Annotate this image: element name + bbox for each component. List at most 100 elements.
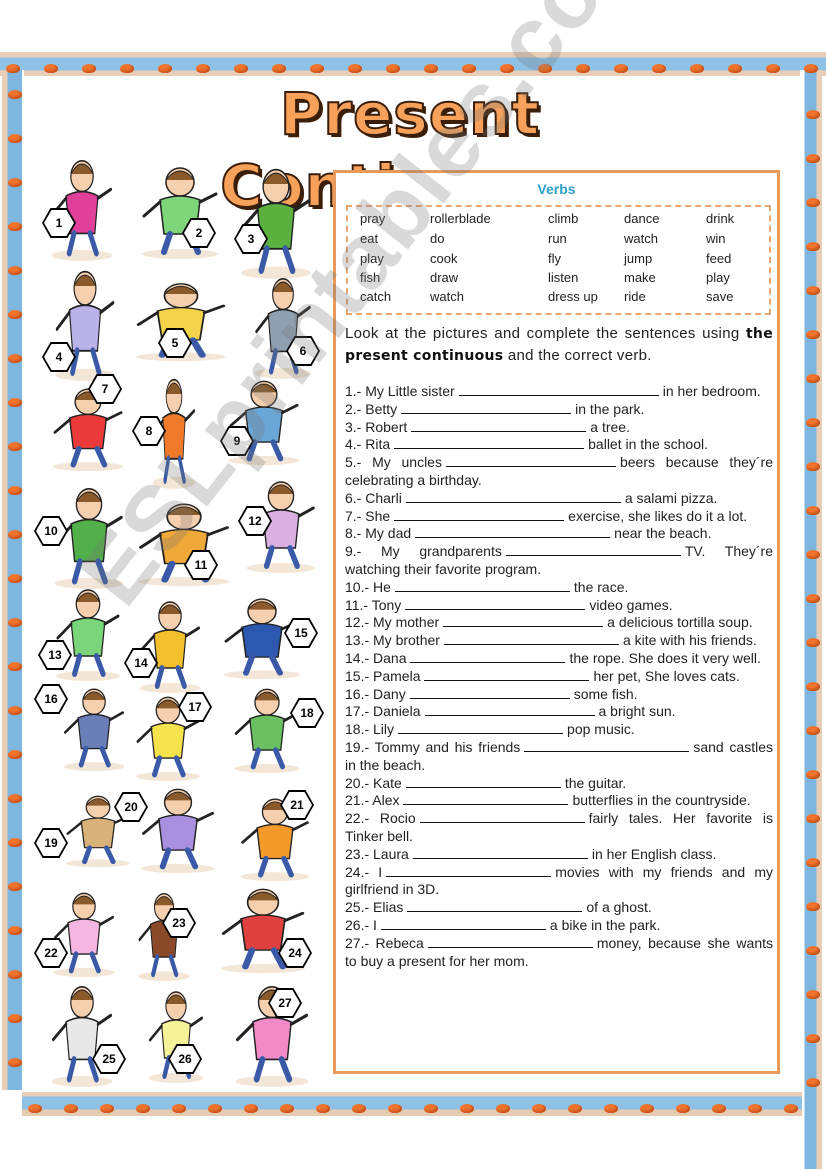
sentence-item: 8.- My dad near the beach. — [345, 525, 773, 543]
answer-blank[interactable] — [410, 650, 566, 663]
answer-blank[interactable] — [424, 668, 590, 681]
answer-blank[interactable] — [445, 454, 616, 468]
sentence-item: 16.- Dany some fish. — [345, 686, 773, 704]
heart-icon — [806, 946, 820, 955]
heart-icon — [8, 1014, 22, 1023]
sentence-item: 24.- Imovies with my friends and my girl… — [345, 864, 773, 900]
answer-blank[interactable] — [398, 721, 564, 735]
answer-blank[interactable] — [394, 436, 585, 450]
sentence-subject: I — [378, 863, 383, 880]
heart-icon — [388, 1104, 402, 1113]
answer-blank[interactable] — [409, 686, 570, 699]
answer-blank[interactable] — [419, 810, 585, 824]
answer-blank[interactable] — [407, 899, 583, 913]
answer-blank[interactable] — [458, 383, 659, 396]
picture-number: 27 — [270, 990, 300, 1016]
heart-icon — [806, 286, 820, 295]
sentence-item: 25.- Elias of a ghost. — [345, 899, 773, 917]
verb-item: do — [430, 231, 445, 246]
answer-blank[interactable] — [443, 614, 604, 628]
heart-icon — [280, 1104, 294, 1113]
answer-blank[interactable] — [405, 775, 561, 788]
sentence-item: 26.- Ia bike in the park. — [345, 917, 773, 935]
sentence-subject: Alex — [372, 792, 400, 809]
woman-playing-guitar-icon — [130, 782, 226, 874]
sentence-number: 14.- — [345, 649, 374, 666]
picture-number: 15 — [286, 620, 316, 646]
sentence-number: 8.- — [345, 525, 366, 542]
verb-item: jump — [624, 251, 653, 266]
heart-icon — [44, 64, 58, 73]
sentence-item: 20.- Kate the guitar. — [345, 775, 773, 793]
sentence-item: 7.- She exercise, she likes do it a lot. — [345, 508, 773, 526]
answer-blank[interactable] — [524, 739, 690, 752]
heart-icon — [8, 486, 22, 495]
answer-blank[interactable] — [401, 401, 572, 414]
answer-blank[interactable] — [386, 864, 552, 877]
picture-number: 26 — [170, 1046, 200, 1072]
sentence-ending: butterflies in the countryside. — [572, 792, 751, 809]
sentence-item: 18.- Lily pop music. — [345, 721, 773, 739]
verb-item: rollerblade — [430, 211, 491, 226]
picture-number: 16 — [36, 686, 66, 712]
answer-blank[interactable] — [394, 508, 565, 521]
picture-number: 17 — [180, 694, 210, 720]
answer-blank[interactable] — [427, 935, 593, 948]
sentence-number: 12.- — [345, 614, 374, 631]
sentence-item: 3.- Robert a tree. — [345, 419, 773, 437]
heart-icon — [8, 1058, 22, 1067]
answer-blank[interactable] — [405, 490, 621, 503]
answer-blank[interactable] — [443, 632, 619, 646]
heart-icon — [806, 594, 820, 603]
sentence-number: 19.- — [345, 738, 375, 755]
sentence-subject: She — [365, 507, 391, 524]
sentence-subject: Dany — [373, 685, 406, 702]
picture-number: 24 — [280, 940, 310, 966]
picture-number: 12 — [240, 508, 270, 534]
heart-icon — [806, 682, 820, 691]
verb-item: play — [706, 270, 730, 285]
answer-blank[interactable] — [411, 419, 587, 432]
picture-number: 25 — [94, 1046, 124, 1072]
answer-blank[interactable] — [380, 917, 546, 930]
heart-icon — [272, 64, 286, 73]
answer-blank[interactable] — [394, 579, 570, 592]
sentence-item: 5.- My uncles beers because they´re celeb… — [345, 454, 773, 490]
verb-item: watch — [430, 289, 464, 304]
sentence-number: 22.- — [345, 810, 380, 827]
heart-icon — [120, 64, 134, 73]
sentence-subject: My Little sister — [365, 383, 455, 399]
sentence-ending: in her bedroom. — [662, 383, 761, 399]
girl-rollerblading-icon — [130, 160, 230, 260]
sentence-subject: Kate — [373, 774, 402, 791]
sentence-item: 19.- Tommy and his friends sand castles i… — [345, 739, 773, 775]
heart-icon — [8, 926, 22, 935]
sentence-subject: Daniela — [373, 703, 421, 720]
answer-blank[interactable] — [412, 846, 588, 859]
sentence-ending: a delicious tortilla soup. — [607, 614, 753, 631]
heart-icon — [8, 706, 22, 715]
sentence-item: 21.- Alex butterflies in the countryside. — [345, 792, 773, 810]
heart-icon — [496, 1104, 510, 1113]
sentence-number: 3.- — [345, 418, 366, 435]
heart-icon — [8, 618, 22, 627]
sentence-number: 23.- — [345, 845, 374, 862]
answer-blank[interactable] — [415, 525, 611, 539]
heart-icon — [6, 64, 20, 73]
heart-icon — [806, 814, 820, 823]
heart-icon — [462, 64, 476, 73]
answer-blank[interactable] — [505, 543, 681, 557]
sentence-subject: My uncles — [372, 454, 442, 471]
answer-blank[interactable] — [403, 792, 569, 806]
sentence-number: 26.- — [345, 916, 374, 933]
sentence-ending: ballet in the school. — [588, 436, 708, 453]
answer-blank[interactable] — [405, 597, 586, 610]
sentence-item: 4.- Rita ballet in the school. — [345, 436, 773, 454]
sentence-item: 22.- Rocio fairly tales. Her favorite is … — [345, 810, 773, 846]
answer-blank[interactable] — [424, 703, 595, 717]
sentence-subject: My mother — [373, 614, 440, 631]
heart-icon — [100, 1104, 114, 1113]
girl-praying-icon — [42, 152, 122, 262]
heart-icon — [806, 1078, 820, 1087]
heart-icon — [8, 662, 22, 671]
